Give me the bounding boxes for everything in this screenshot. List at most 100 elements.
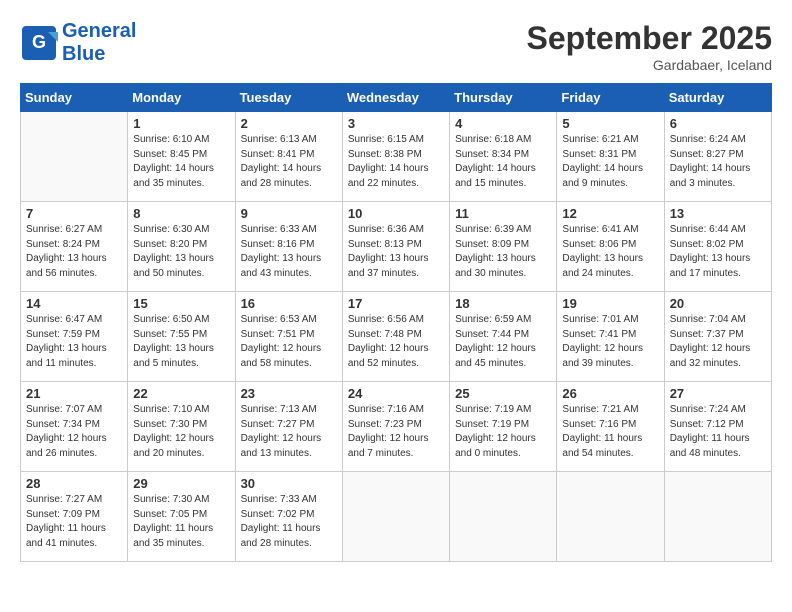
- calendar-cell: [21, 112, 128, 202]
- day-info: Sunrise: 6:56 AM Sunset: 7:48 PM Dayligh…: [348, 313, 444, 371]
- calendar-week-row: 28 Sunrise: 7:27 AM Sunset: 7:09 PM Dayli…: [21, 472, 772, 562]
- day-info: Sunrise: 6:59 AM Sunset: 7:44 PM Dayligh…: [455, 313, 551, 371]
- day-number: 6: [670, 116, 766, 131]
- day-info: Sunrise: 7:13 AM Sunset: 7:27 PM Dayligh…: [241, 403, 337, 461]
- day-number: 10: [348, 206, 444, 221]
- calendar-cell: 26 Sunrise: 7:21 AM Sunset: 7:16 PM Dayli…: [557, 382, 664, 472]
- month-title: September 2025: [527, 20, 772, 57]
- day-number: 7: [26, 206, 122, 221]
- calendar-table: SundayMondayTuesdayWednesdayThursdayFrid…: [20, 83, 772, 562]
- calendar-cell: 13 Sunrise: 6:44 AM Sunset: 8:02 PM Dayli…: [664, 202, 771, 292]
- day-info: Sunrise: 6:39 AM Sunset: 8:09 PM Dayligh…: [455, 223, 551, 281]
- calendar-cell: 25 Sunrise: 7:19 AM Sunset: 7:19 PM Dayli…: [450, 382, 557, 472]
- day-info: Sunrise: 6:41 AM Sunset: 8:06 PM Dayligh…: [562, 223, 658, 281]
- day-number: 20: [670, 296, 766, 311]
- day-info: Sunrise: 6:10 AM Sunset: 8:45 PM Dayligh…: [133, 133, 229, 191]
- day-info: Sunrise: 7:19 AM Sunset: 7:19 PM Dayligh…: [455, 403, 551, 461]
- day-number: 26: [562, 386, 658, 401]
- day-number: 13: [670, 206, 766, 221]
- day-number: 2: [241, 116, 337, 131]
- weekday-header: Monday: [128, 84, 235, 112]
- calendar-cell: 10 Sunrise: 6:36 AM Sunset: 8:13 PM Dayli…: [342, 202, 449, 292]
- calendar-cell: 17Sunrise: 6:56 AM Sunset: 7:48 PM Dayli…: [342, 292, 449, 382]
- calendar-cell: 28 Sunrise: 7:27 AM Sunset: 7:09 PM Dayli…: [21, 472, 128, 562]
- day-number: 14: [26, 296, 122, 311]
- day-info: Sunrise: 6:50 AM Sunset: 7:55 PM Dayligh…: [133, 313, 229, 371]
- calendar-cell: 8 Sunrise: 6:30 AM Sunset: 8:20 PM Daylig…: [128, 202, 235, 292]
- calendar-cell: 14 Sunrise: 6:47 AM Sunset: 7:59 PM Dayli…: [21, 292, 128, 382]
- day-number: 28: [26, 476, 122, 491]
- calendar-cell: 6 Sunrise: 6:24 AM Sunset: 8:27 PM Daylig…: [664, 112, 771, 202]
- calendar-week-row: 1 Sunrise: 6:10 AM Sunset: 8:45 PM Daylig…: [21, 112, 772, 202]
- calendar-week-row: 7 Sunrise: 6:27 AM Sunset: 8:24 PM Daylig…: [21, 202, 772, 292]
- day-number: 18: [455, 296, 551, 311]
- day-info: Sunrise: 7:16 AM Sunset: 7:23 PM Dayligh…: [348, 403, 444, 461]
- calendar-cell: 27 Sunrise: 7:24 AM Sunset: 7:12 PM Dayli…: [664, 382, 771, 472]
- day-number: 27: [670, 386, 766, 401]
- day-info: Sunrise: 6:24 AM Sunset: 8:27 PM Dayligh…: [670, 133, 766, 191]
- day-number: 16: [241, 296, 337, 311]
- day-info: Sunrise: 7:21 AM Sunset: 7:16 PM Dayligh…: [562, 403, 658, 461]
- weekday-header-row: SundayMondayTuesdayWednesdayThursdayFrid…: [21, 84, 772, 112]
- day-number: 25: [455, 386, 551, 401]
- calendar-cell: [450, 472, 557, 562]
- logo-icon: G: [20, 24, 58, 62]
- day-info: Sunrise: 7:01 AM Sunset: 7:41 PM Dayligh…: [562, 313, 658, 371]
- calendar-cell: 3Sunrise: 6:15 AM Sunset: 8:38 PM Daylig…: [342, 112, 449, 202]
- day-number: 19: [562, 296, 658, 311]
- day-info: Sunrise: 6:47 AM Sunset: 7:59 PM Dayligh…: [26, 313, 122, 371]
- day-info: Sunrise: 7:10 AM Sunset: 7:30 PM Dayligh…: [133, 403, 229, 461]
- calendar-cell: 15Sunrise: 6:50 AM Sunset: 7:55 PM Dayli…: [128, 292, 235, 382]
- calendar-cell: 20 Sunrise: 7:04 AM Sunset: 7:37 PM Dayli…: [664, 292, 771, 382]
- day-number: 4: [455, 116, 551, 131]
- calendar-cell: 16 Sunrise: 6:53 AM Sunset: 7:51 PM Dayli…: [235, 292, 342, 382]
- day-number: 30: [241, 476, 337, 491]
- calendar-cell: 12 Sunrise: 6:41 AM Sunset: 8:06 PM Dayli…: [557, 202, 664, 292]
- page-header: G GeneralBlue September 2025 Gardabaer, …: [20, 20, 772, 73]
- weekday-header: Thursday: [450, 84, 557, 112]
- day-info: Sunrise: 7:30 AM Sunset: 7:05 PM Dayligh…: [133, 493, 229, 551]
- day-number: 22: [133, 386, 229, 401]
- day-number: 21: [26, 386, 122, 401]
- day-info: Sunrise: 6:30 AM Sunset: 8:20 PM Dayligh…: [133, 223, 229, 281]
- day-info: Sunrise: 6:33 AM Sunset: 8:16 PM Dayligh…: [241, 223, 337, 281]
- day-info: Sunrise: 7:24 AM Sunset: 7:12 PM Dayligh…: [670, 403, 766, 461]
- calendar-cell: 2Sunrise: 6:13 AM Sunset: 8:41 PM Daylig…: [235, 112, 342, 202]
- calendar-cell: 19 Sunrise: 7:01 AM Sunset: 7:41 PM Dayli…: [557, 292, 664, 382]
- calendar-cell: 29 Sunrise: 7:30 AM Sunset: 7:05 PM Dayli…: [128, 472, 235, 562]
- logo-label: GeneralBlue: [62, 20, 136, 66]
- day-number: 29: [133, 476, 229, 491]
- day-number: 8: [133, 206, 229, 221]
- day-number: 9: [241, 206, 337, 221]
- logo: G GeneralBlue: [20, 20, 136, 66]
- calendar-cell: 7 Sunrise: 6:27 AM Sunset: 8:24 PM Daylig…: [21, 202, 128, 292]
- day-info: Sunrise: 7:27 AM Sunset: 7:09 PM Dayligh…: [26, 493, 122, 551]
- day-number: 12: [562, 206, 658, 221]
- calendar-cell: 5 Sunrise: 6:21 AM Sunset: 8:31 PM Daylig…: [557, 112, 664, 202]
- calendar-cell: 9 Sunrise: 6:33 AM Sunset: 8:16 PM Daylig…: [235, 202, 342, 292]
- title-block: September 2025 Gardabaer, Iceland: [527, 20, 772, 73]
- calendar-cell: 18 Sunrise: 6:59 AM Sunset: 7:44 PM Dayli…: [450, 292, 557, 382]
- calendar-cell: [342, 472, 449, 562]
- weekday-header: Sunday: [21, 84, 128, 112]
- calendar-cell: 11Sunrise: 6:39 AM Sunset: 8:09 PM Dayli…: [450, 202, 557, 292]
- calendar-cell: 30Sunrise: 7:33 AM Sunset: 7:02 PM Dayli…: [235, 472, 342, 562]
- calendar-cell: 23 Sunrise: 7:13 AM Sunset: 7:27 PM Dayli…: [235, 382, 342, 472]
- day-info: Sunrise: 7:04 AM Sunset: 7:37 PM Dayligh…: [670, 313, 766, 371]
- day-info: Sunrise: 6:27 AM Sunset: 8:24 PM Dayligh…: [26, 223, 122, 281]
- day-info: Sunrise: 6:44 AM Sunset: 8:02 PM Dayligh…: [670, 223, 766, 281]
- calendar-cell: 4 Sunrise: 6:18 AM Sunset: 8:34 PM Daylig…: [450, 112, 557, 202]
- day-number: 23: [241, 386, 337, 401]
- day-info: Sunrise: 7:07 AM Sunset: 7:34 PM Dayligh…: [26, 403, 122, 461]
- day-info: Sunrise: 6:53 AM Sunset: 7:51 PM Dayligh…: [241, 313, 337, 371]
- day-info: Sunrise: 6:21 AM Sunset: 8:31 PM Dayligh…: [562, 133, 658, 191]
- day-number: 5: [562, 116, 658, 131]
- day-number: 1: [133, 116, 229, 131]
- day-info: Sunrise: 6:36 AM Sunset: 8:13 PM Dayligh…: [348, 223, 444, 281]
- day-info: Sunrise: 6:15 AM Sunset: 8:38 PM Dayligh…: [348, 133, 444, 191]
- svg-text:G: G: [32, 32, 46, 52]
- day-info: Sunrise: 6:18 AM Sunset: 8:34 PM Dayligh…: [455, 133, 551, 191]
- day-number: 24: [348, 386, 444, 401]
- calendar-cell: 21 Sunrise: 7:07 AM Sunset: 7:34 PM Dayli…: [21, 382, 128, 472]
- logo-text-block: GeneralBlue: [62, 20, 136, 66]
